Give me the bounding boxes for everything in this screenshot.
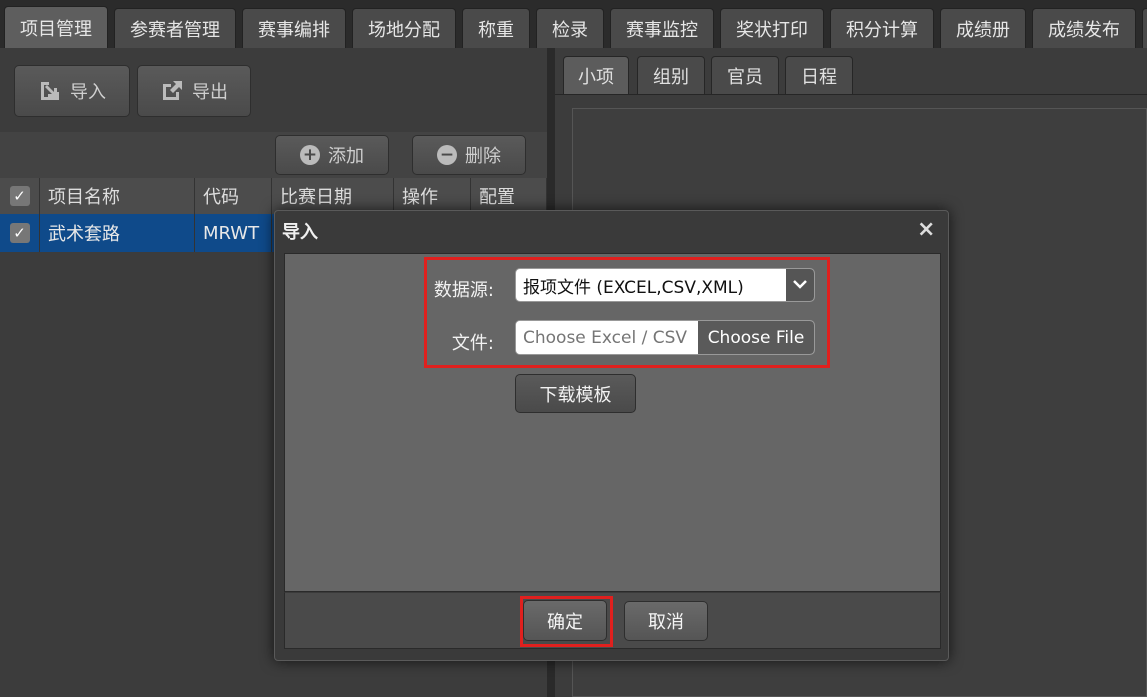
tab-event-monitor[interactable]: 赛事监控	[610, 8, 714, 48]
download-template-button[interactable]: 下载模板	[515, 374, 636, 413]
top-tab-bar: 项目管理 参赛者管理 赛事编排 场地分配 称重 检录 赛事监控 奖状打印 积分计…	[0, 0, 1147, 48]
chevron-down-icon[interactable]	[786, 269, 814, 301]
tab-officials[interactable]: 官员	[711, 56, 779, 94]
source-label: 数据源:	[433, 280, 494, 301]
tab-project-management[interactable]: 项目管理	[4, 6, 108, 48]
tab-check-in[interactable]: 检录	[536, 8, 604, 48]
plus-circle-icon: +	[300, 145, 320, 165]
choose-file-button[interactable]: Choose File	[698, 321, 814, 354]
cell-code: MRWT	[195, 214, 272, 252]
import-button[interactable]: 导入	[14, 65, 130, 117]
import-icon	[41, 82, 59, 100]
add-label: 添加	[328, 146, 364, 167]
ok-button[interactable]: 确定	[523, 600, 607, 641]
tab-participant-management[interactable]: 参赛者管理	[114, 8, 236, 48]
row-checkbox[interactable]: ✓	[0, 214, 40, 252]
delete-label: 删除	[465, 146, 501, 167]
column-header-name[interactable]: 项目名称	[40, 178, 195, 214]
tab-result-book[interactable]: 成绩册	[940, 8, 1026, 48]
export-icon	[163, 81, 182, 100]
tab-result-publish[interactable]: 成绩发布	[1032, 8, 1136, 48]
column-header-code[interactable]: 代码	[195, 178, 272, 214]
column-header-config[interactable]: 配置	[471, 178, 547, 214]
close-icon[interactable]: ×	[917, 218, 935, 242]
download-template-label: 下载模板	[539, 384, 612, 406]
tab-underline	[555, 94, 1147, 95]
delete-button[interactable]: − 删除	[412, 135, 526, 175]
tab-weigh-in[interactable]: 称重	[462, 8, 530, 48]
dialog-title: 导入	[282, 222, 318, 243]
select-all-checkbox[interactable]: ✓	[0, 178, 40, 214]
import-label: 导入	[70, 82, 106, 103]
source-select[interactable]: 报项文件 (EXCEL,CSV,XML)	[515, 268, 815, 302]
check-icon: ✓	[9, 223, 30, 243]
column-header-date[interactable]: 比赛日期	[272, 178, 394, 214]
cell-name: 武术套路	[40, 214, 195, 252]
tab-groups[interactable]: 组别	[637, 56, 705, 94]
add-button[interactable]: + 添加	[275, 135, 389, 175]
ok-label: 确定	[547, 611, 583, 633]
file-picker[interactable]: Choose File	[515, 320, 815, 355]
cancel-label: 取消	[648, 612, 684, 633]
export-button[interactable]: 导出	[137, 65, 251, 117]
column-header-action[interactable]: 操作	[394, 178, 471, 214]
source-select-value: 报项文件 (EXCEL,CSV,XML)	[523, 277, 744, 298]
tab-events[interactable]: 小项	[563, 56, 629, 94]
export-label: 导出	[192, 82, 228, 103]
tab-venue-assign[interactable]: 场地分配	[352, 8, 456, 48]
tab-overflow[interactable]	[1142, 8, 1147, 48]
tab-schedule-arrange[interactable]: 赛事编排	[242, 8, 346, 48]
cancel-button[interactable]: 取消	[624, 601, 708, 641]
file-label: 文件:	[451, 333, 494, 354]
tab-score-calc[interactable]: 积分计算	[830, 8, 934, 48]
tab-certificate-print[interactable]: 奖状打印	[720, 8, 824, 48]
check-icon: ✓	[9, 186, 30, 206]
tab-schedule[interactable]: 日程	[785, 56, 853, 94]
file-path-input[interactable]	[516, 321, 698, 354]
minus-circle-icon: −	[437, 145, 457, 165]
